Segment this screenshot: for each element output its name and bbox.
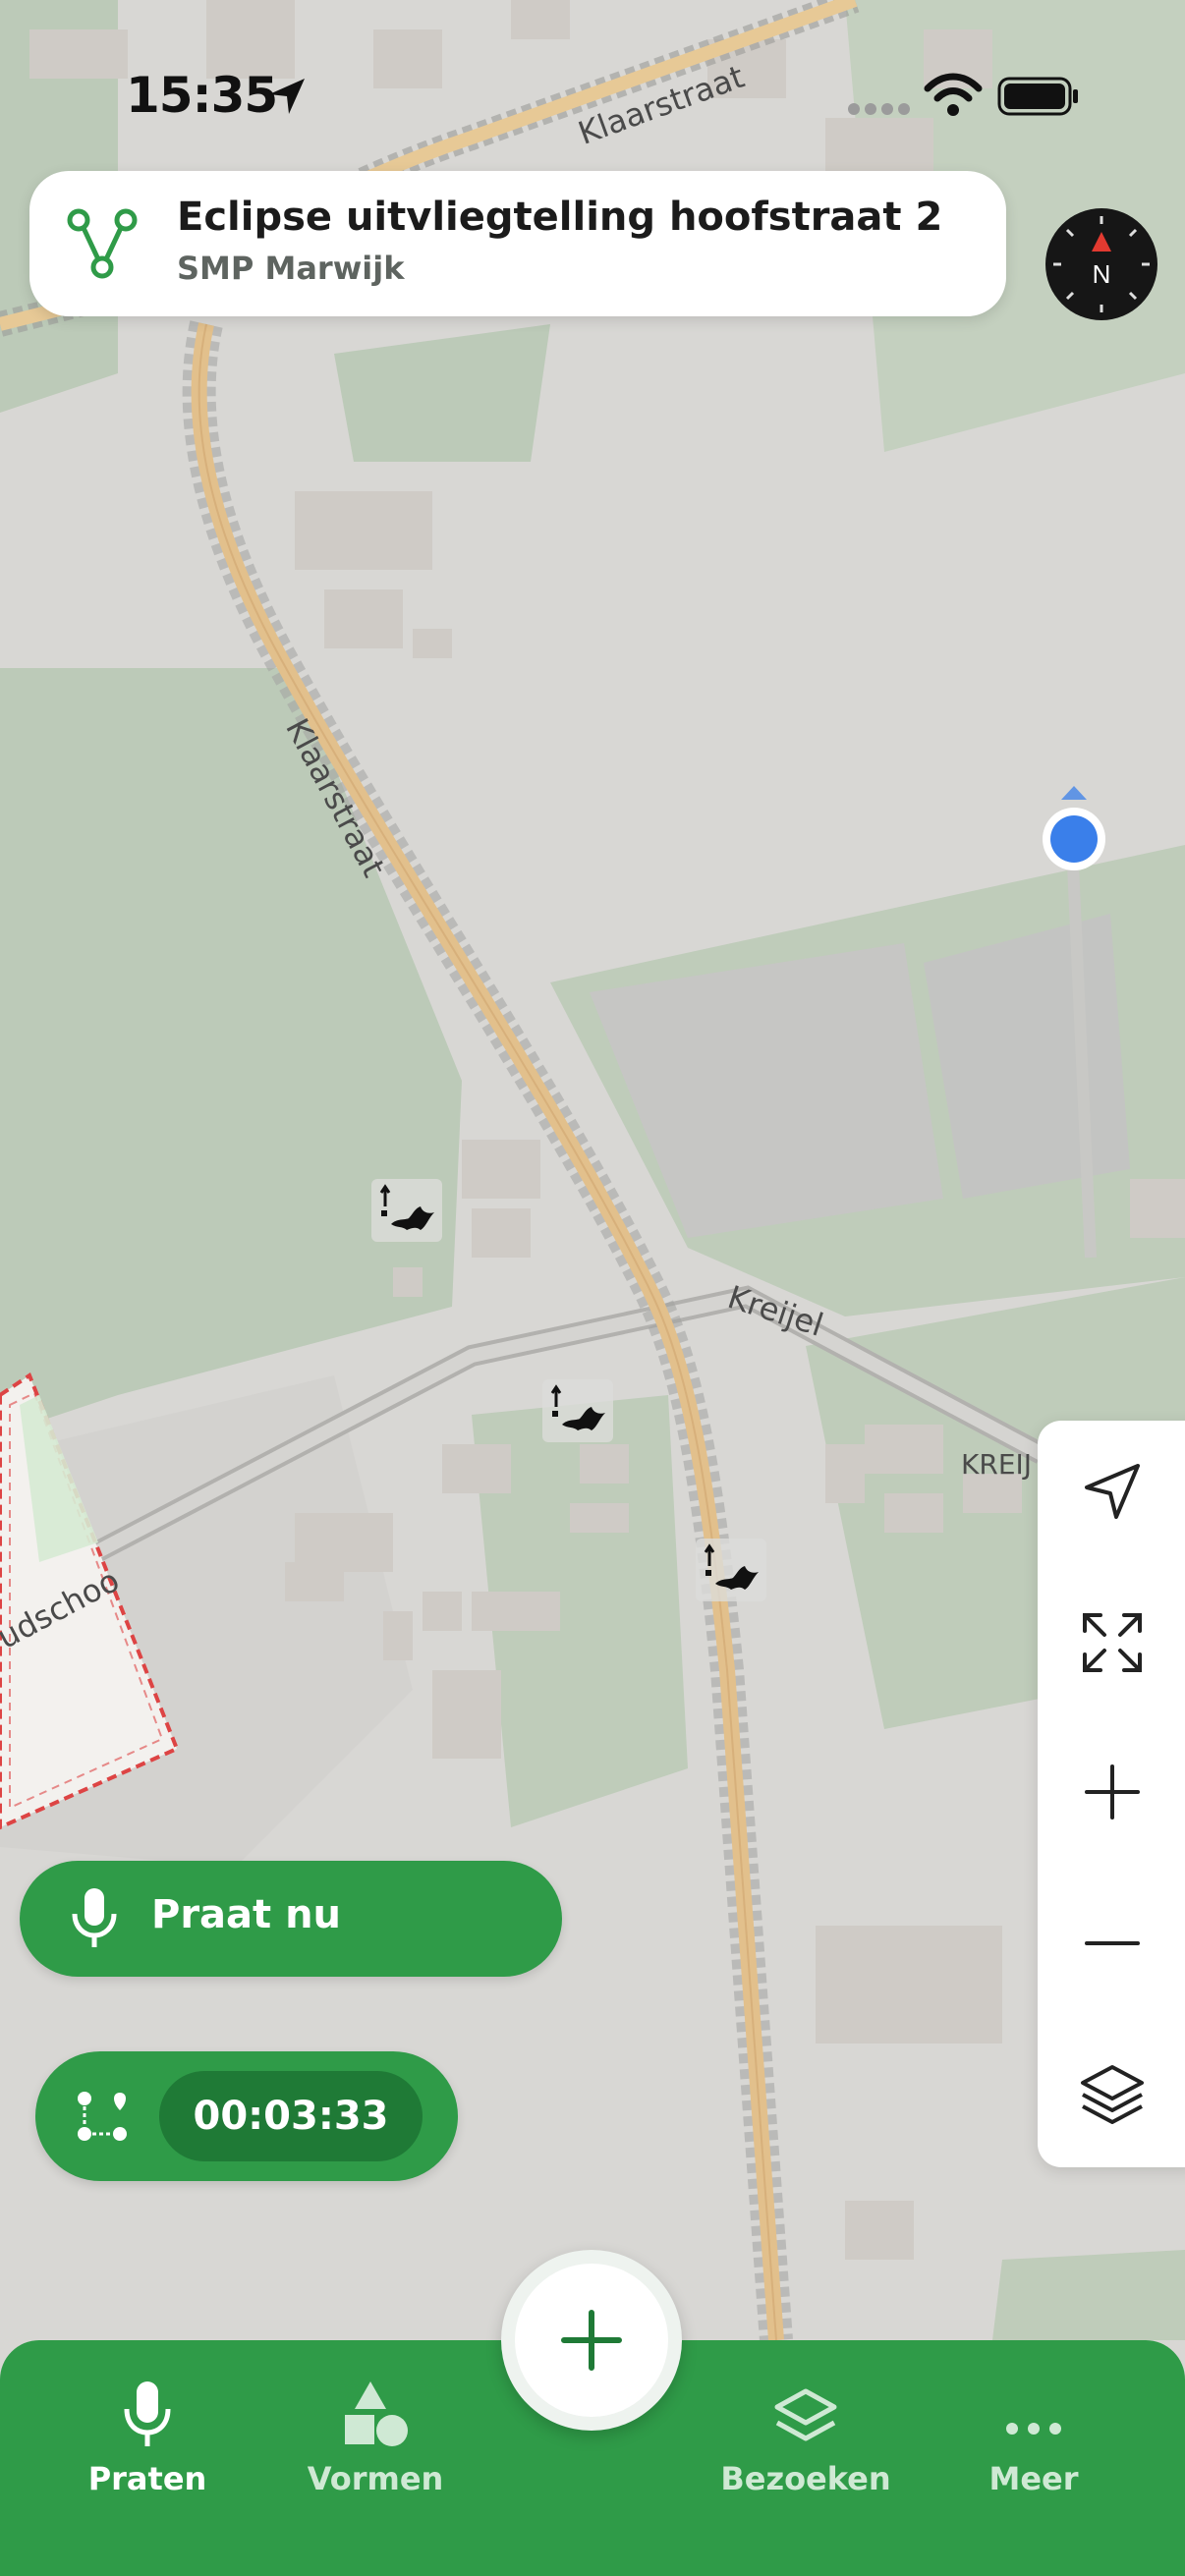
- project-title: Eclipse uitvliegtelling hoofstraat 2: [177, 195, 943, 240]
- status-time: 15:35: [126, 67, 278, 124]
- nav-label-praten: Praten: [87, 2460, 207, 2497]
- fit-extent-icon[interactable]: [1077, 1607, 1148, 1678]
- project-header-card[interactable]: Eclipse uitvliegtelling hoofstraat 2 SMP…: [29, 171, 1006, 316]
- nav-label-meer: Meer: [988, 2460, 1079, 2497]
- shapes-icon: [345, 2381, 408, 2446]
- location-dot-icon: [1043, 786, 1105, 870]
- street-label-kreijel-caps: KREIJ: [961, 1448, 1033, 1481]
- map-canvas[interactable]: [0, 0, 1185, 2576]
- project-subtitle: SMP Marwijk: [177, 250, 405, 287]
- location-arrow-icon: [269, 79, 305, 114]
- locate-me-icon[interactable]: [1077, 1456, 1148, 1527]
- talk-now-label: Praat nu: [151, 1892, 342, 1937]
- layers-icon[interactable]: [1077, 2059, 1148, 2130]
- microphone-icon: [72, 1888, 117, 1947]
- signal-dots-icon: [848, 103, 910, 115]
- nav-label-bezoeken: Bezoeken: [720, 2460, 891, 2497]
- bat-marker[interactable]: [542, 1379, 613, 1442]
- nav-item-bezoeken[interactable]: Bezoeken: [707, 2370, 904, 2497]
- battery-icon: [997, 77, 1078, 116]
- nav-label-vormen: Vormen: [307, 2460, 444, 2497]
- wifi-icon: [924, 73, 983, 116]
- nav-item-meer[interactable]: Meer: [935, 2370, 1132, 2497]
- bat-marker[interactable]: [696, 1539, 766, 1601]
- bat-icon: [379, 1184, 434, 1230]
- more-dots-icon: [1006, 2423, 1061, 2435]
- zoom-in-icon[interactable]: [1077, 1757, 1148, 1827]
- zoom-out-icon[interactable]: [1077, 1908, 1148, 1979]
- user-location-marker: [1040, 786, 1108, 878]
- bat-icon: [550, 1384, 605, 1430]
- bat-icon: [704, 1543, 759, 1590]
- microphone-icon: [124, 2381, 171, 2446]
- layers-icon: [774, 2388, 837, 2441]
- add-observation-button[interactable]: [501, 2250, 682, 2431]
- route-timer[interactable]: 00:03:33: [35, 2051, 458, 2181]
- nav-item-vormen[interactable]: Vormen: [277, 2370, 474, 2497]
- route-track-icon: [78, 2092, 127, 2141]
- timer-value: 00:03:33: [159, 2071, 423, 2161]
- nav-item-praten[interactable]: Praten: [49, 2370, 246, 2497]
- compass-north-label: N: [1092, 259, 1111, 289]
- plus-icon: [561, 2310, 622, 2371]
- talk-now-button[interactable]: Praat nu: [20, 1861, 562, 1977]
- compass-button[interactable]: N: [1045, 208, 1157, 320]
- map-controls-toolbar: [1038, 1421, 1185, 2167]
- bat-marker[interactable]: [371, 1179, 442, 1242]
- route-nodes-icon: [67, 208, 138, 279]
